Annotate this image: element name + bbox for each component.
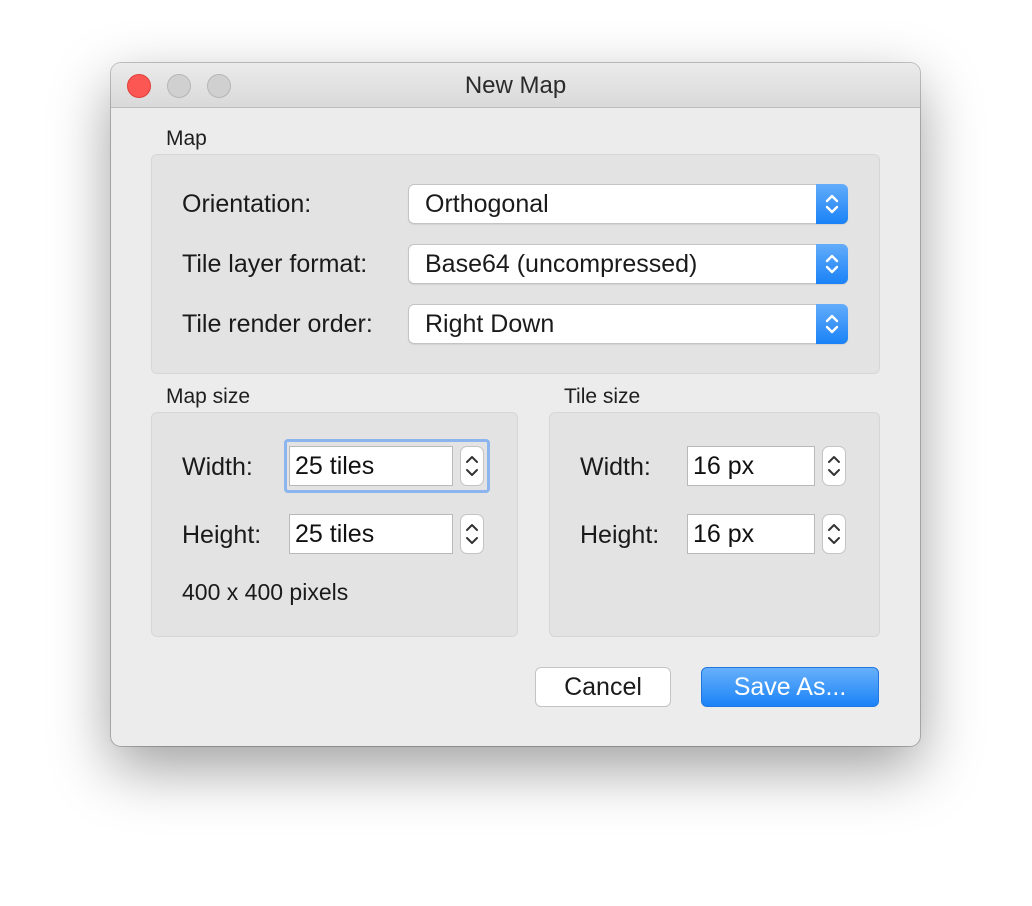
tile-height-stepper[interactable] — [822, 514, 846, 554]
map-height-input[interactable]: 25 tiles — [289, 514, 453, 554]
stepper-arrows-icon — [466, 456, 478, 476]
orientation-label: Orientation: — [182, 190, 312, 218]
up-down-chevrons-icon — [816, 244, 848, 284]
tile-render-order-label: Tile render order: — [182, 310, 373, 338]
new-map-dialog: New Map Map Orientation: Orthogonal Tile… — [111, 63, 920, 746]
map-group-label: Map — [166, 127, 207, 150]
stepper-arrows-icon — [466, 524, 478, 544]
map-width-stepper[interactable] — [460, 446, 484, 486]
tile-height-input[interactable]: 16 px — [687, 514, 815, 554]
map-height-label: Height: — [182, 521, 262, 549]
tile-layer-format-label: Tile layer format: — [182, 250, 368, 278]
map-width-input[interactable]: 25 tiles — [289, 446, 453, 486]
stepper-arrows-icon — [828, 524, 840, 544]
orientation-select[interactable]: Orthogonal — [408, 184, 848, 224]
orientation-value: Orthogonal — [425, 190, 549, 218]
map-size-group-label: Map size — [166, 385, 251, 408]
tile-width-input[interactable]: 16 px — [687, 446, 815, 486]
stepper-arrows-icon — [828, 456, 840, 476]
map-pixel-size-text: 400 x 400 pixels — [182, 579, 349, 605]
window-title: New Map — [464, 72, 567, 99]
up-down-chevrons-icon — [816, 304, 848, 344]
tile-width-label: Width: — [580, 453, 651, 481]
tile-size-group-label: Tile size — [564, 385, 641, 408]
title-bar[interactable]: New Map — [111, 63, 920, 108]
map-width-label: Width: — [182, 453, 253, 481]
map-height-stepper[interactable] — [460, 514, 484, 554]
tile-render-order-select[interactable]: Right Down — [408, 304, 848, 344]
cancel-button[interactable]: Cancel — [535, 667, 671, 707]
tile-height-label: Height: — [580, 521, 660, 549]
tile-width-stepper[interactable] — [822, 446, 846, 486]
save-as-button[interactable]: Save As... — [701, 667, 879, 707]
up-down-chevrons-icon — [816, 184, 848, 224]
tile-render-order-value: Right Down — [425, 310, 555, 338]
tile-layer-format-value: Base64 (uncompressed) — [425, 250, 698, 278]
tile-layer-format-select[interactable]: Base64 (uncompressed) — [408, 244, 848, 284]
